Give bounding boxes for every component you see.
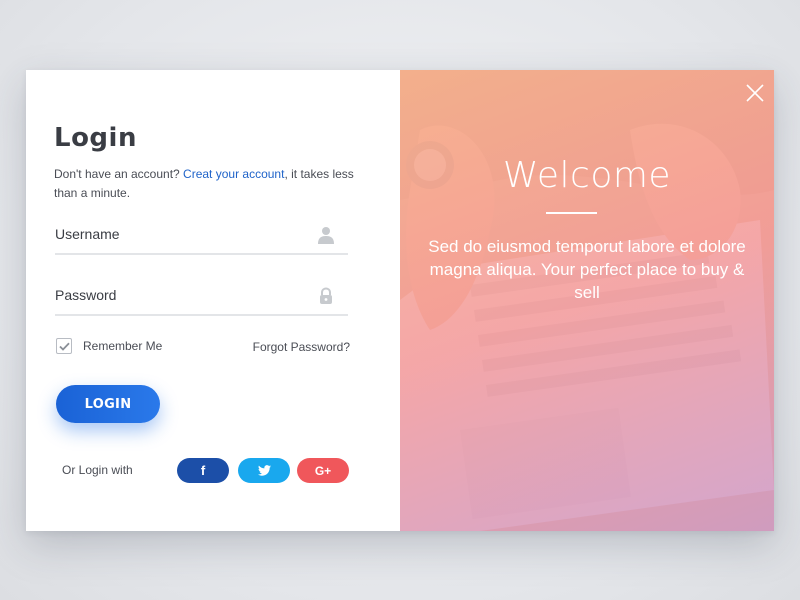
password-input[interactable] bbox=[55, 278, 305, 312]
signup-prompt: Don't have an account? Creat your accoun… bbox=[54, 165, 354, 203]
login-modal: Login Don't have an account? Creat your … bbox=[26, 70, 774, 531]
password-field-wrapper bbox=[55, 278, 348, 316]
create-account-link[interactable]: Creat your account bbox=[183, 167, 284, 181]
welcome-tagline: Sed do eiusmod temporut labore et dolore… bbox=[428, 237, 746, 302]
lock-icon bbox=[320, 287, 332, 304]
check-icon bbox=[58, 342, 70, 351]
google-plus-icon: G+ bbox=[314, 463, 332, 478]
login-panel: Login Don't have an account? Creat your … bbox=[26, 70, 400, 531]
user-icon bbox=[318, 227, 334, 244]
close-icon[interactable] bbox=[745, 83, 765, 103]
google-plus-login-button[interactable]: G+ bbox=[297, 458, 349, 483]
welcome-panel: Welcome Sed do eiusmod temporut labore e… bbox=[400, 70, 774, 531]
remember-me: Remember Me bbox=[56, 338, 162, 354]
signup-prompt-prefix: Don't have an account? bbox=[54, 167, 184, 181]
social-login-label: Or Login with bbox=[62, 463, 133, 477]
remember-me-checkbox[interactable] bbox=[56, 338, 72, 354]
forgot-password-link[interactable]: Forgot Password? bbox=[253, 340, 350, 354]
facebook-icon: f bbox=[200, 463, 206, 478]
page-title: Login bbox=[54, 123, 137, 153]
username-input[interactable] bbox=[55, 217, 305, 251]
remember-me-label: Remember Me bbox=[83, 339, 163, 353]
twitter-login-button[interactable] bbox=[238, 458, 290, 483]
welcome-heading: Welcome bbox=[502, 155, 672, 196]
facebook-login-button[interactable]: f bbox=[177, 458, 229, 483]
login-button[interactable]: LOGIN bbox=[56, 385, 160, 423]
twitter-icon bbox=[257, 465, 271, 476]
username-field-wrapper bbox=[55, 217, 348, 255]
divider bbox=[546, 212, 597, 214]
